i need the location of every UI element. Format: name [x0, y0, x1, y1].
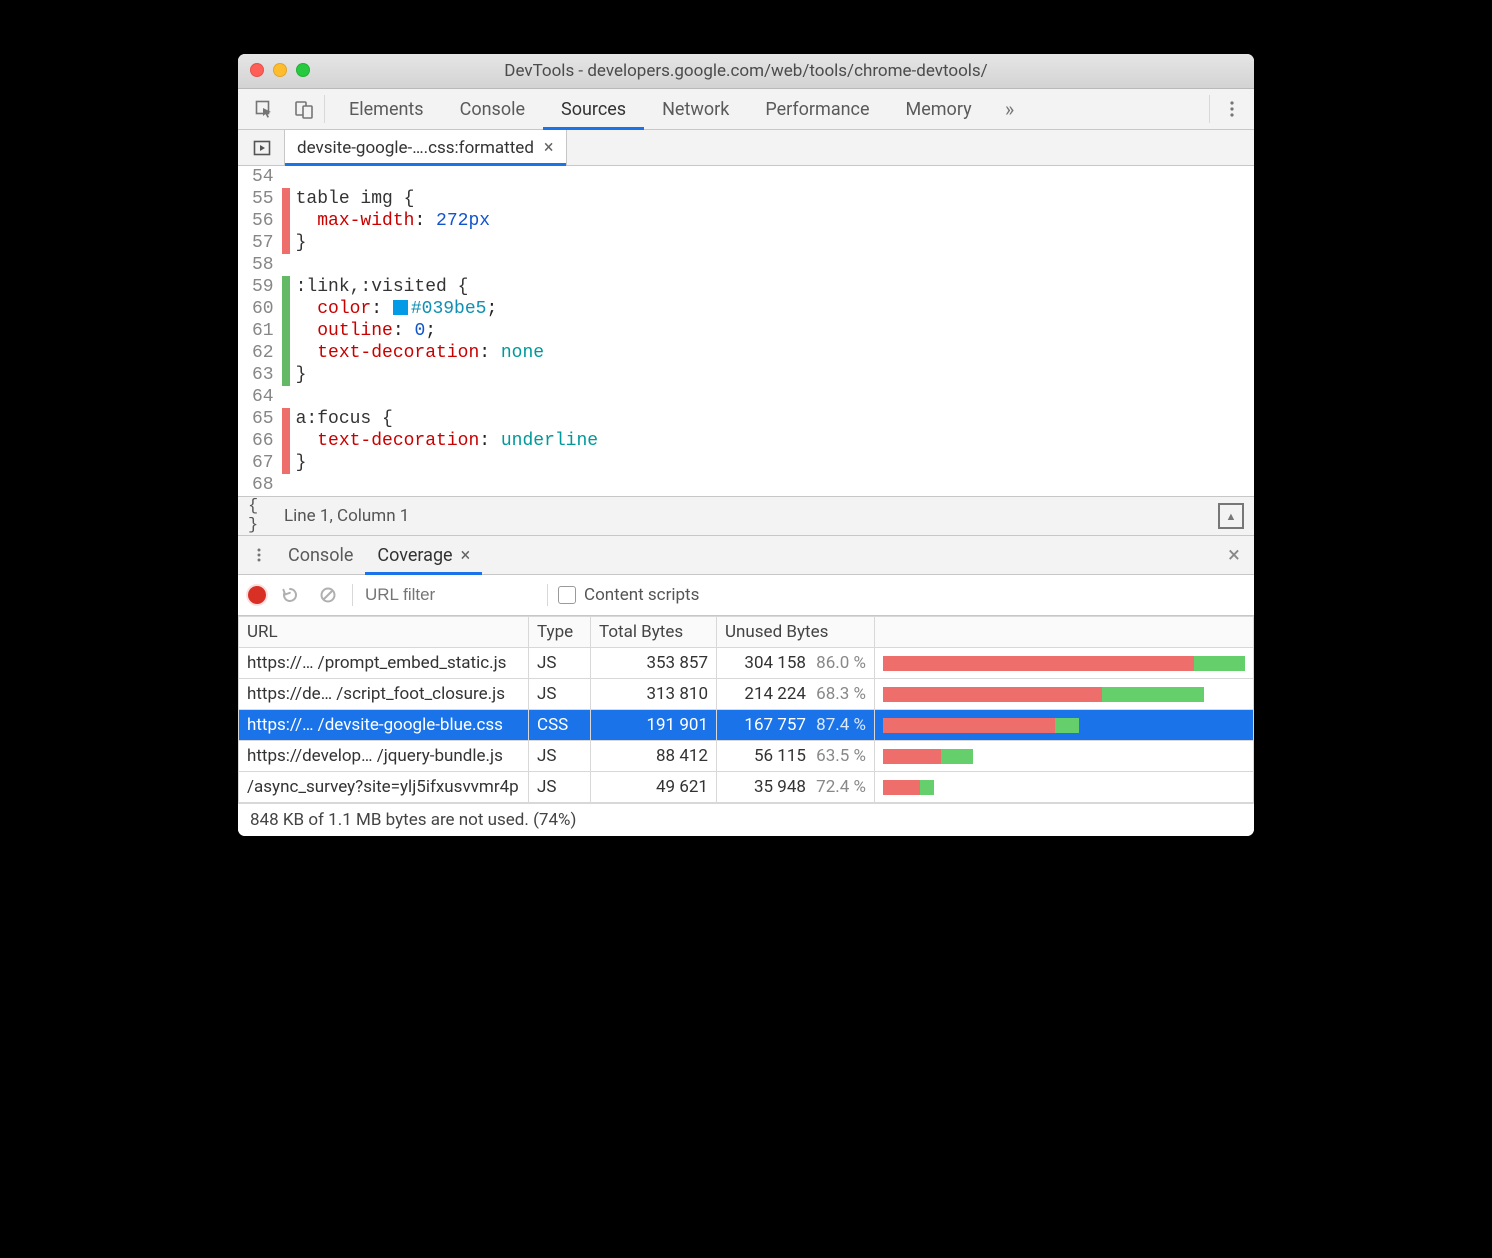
show-sidebar-icon[interactable] [1218, 503, 1244, 529]
cell-total: 313 810 [591, 679, 717, 710]
table-row[interactable]: https://de… /script_foot_closure.jsJS313… [239, 679, 1254, 710]
more-tabs-icon[interactable]: » [990, 89, 1030, 129]
url-filter-input[interactable] [363, 584, 537, 606]
code-content: table img { max-width: 272px}:link,:visi… [290, 166, 598, 496]
content-scripts-checkbox[interactable]: Content scripts [558, 585, 699, 605]
cell-total: 353 857 [591, 648, 717, 679]
line-gutter: 545556575859606162636465666768 [238, 166, 282, 496]
col-total[interactable]: Total Bytes [591, 617, 717, 648]
table-row[interactable]: /async_survey?site=ylj5ifxusvvmr4pJS49 6… [239, 772, 1254, 803]
window-title: DevTools - developers.google.com/web/too… [238, 61, 1254, 81]
devtools-window: DevTools - developers.google.com/web/too… [238, 54, 1254, 836]
cell-type: CSS [529, 710, 591, 741]
drawer-tab-coverage[interactable]: Coverage× [365, 536, 482, 574]
coverage-toolbar: Content scripts [238, 575, 1254, 616]
cell-unused: 167 757 87.4 % [717, 710, 875, 741]
cell-type: JS [529, 741, 591, 772]
traffic-lights [250, 63, 310, 77]
device-toolbar-icon[interactable] [284, 89, 324, 129]
zoom-window-button[interactable] [296, 63, 310, 77]
tab-performance[interactable]: Performance [747, 89, 887, 129]
col-url[interactable]: URL [239, 617, 529, 648]
table-row[interactable]: https://… /devsite-google-blue.cssCSS191… [239, 710, 1254, 741]
coverage-table: URL Type Total Bytes Unused Bytes https:… [238, 616, 1254, 803]
cell-total: 191 901 [591, 710, 717, 741]
cell-url: https://… /devsite-google-blue.css [239, 710, 529, 741]
cell-type: JS [529, 648, 591, 679]
cell-type: JS [529, 772, 591, 803]
tab-sources[interactable]: Sources [543, 89, 644, 129]
inspect-icon[interactable] [244, 89, 284, 129]
clear-icon[interactable] [314, 586, 342, 604]
cursor-position: Line 1, Column 1 [284, 506, 409, 526]
col-unused[interactable]: Unused Bytes [717, 617, 875, 648]
cell-unused: 304 158 86.0 % [717, 648, 875, 679]
code-editor[interactable]: 545556575859606162636465666768 table img… [238, 166, 1254, 496]
cell-bar [875, 710, 1254, 741]
cell-bar [875, 679, 1254, 710]
file-tab-label: devsite-google-….css:formatted [297, 138, 534, 158]
file-tabs-bar: devsite-google-….css:formatted × [238, 130, 1254, 166]
cell-bar [875, 648, 1254, 679]
coverage-footer: 848 KB of 1.1 MB bytes are not used. (74… [238, 803, 1254, 836]
close-window-button[interactable] [250, 63, 264, 77]
cell-unused: 214 224 68.3 % [717, 679, 875, 710]
file-tab[interactable]: devsite-google-….css:formatted × [284, 130, 567, 165]
checkbox-icon[interactable] [558, 586, 576, 604]
col-type[interactable]: Type [529, 617, 591, 648]
cell-bar [875, 741, 1254, 772]
drawer-tabs-bar: ConsoleCoverage× × [238, 536, 1254, 575]
cell-url: /async_survey?site=ylj5ifxusvvmr4p [239, 772, 529, 803]
main-toolbar: ElementsConsoleSourcesNetworkPerformance… [238, 89, 1254, 130]
cell-url: https://… /prompt_embed_static.js [239, 648, 529, 679]
tab-memory[interactable]: Memory [888, 89, 990, 129]
tab-network[interactable]: Network [644, 89, 747, 129]
cell-unused: 56 115 63.5 % [717, 741, 875, 772]
cell-unused: 35 948 72.4 % [717, 772, 875, 803]
close-icon[interactable]: × [544, 137, 554, 158]
content-scripts-label: Content scripts [584, 585, 699, 605]
record-button[interactable] [248, 586, 266, 604]
cell-total: 88 412 [591, 741, 717, 772]
cell-total: 49 621 [591, 772, 717, 803]
drawer-kebab-icon[interactable] [242, 536, 276, 574]
editor-status-bar: { } Line 1, Column 1 [238, 496, 1254, 536]
tab-console[interactable]: Console [442, 89, 543, 129]
window-titlebar: DevTools - developers.google.com/web/too… [238, 54, 1254, 89]
minimize-window-button[interactable] [273, 63, 287, 77]
table-header-row: URL Type Total Bytes Unused Bytes [239, 617, 1254, 648]
pretty-print-icon[interactable]: { } [248, 497, 278, 535]
cell-url: https://develop… /jquery-bundle.js [239, 741, 529, 772]
col-bar[interactable] [875, 617, 1254, 648]
drawer-tab-console[interactable]: Console [276, 536, 365, 574]
table-row[interactable]: https://develop… /jquery-bundle.jsJS88 4… [239, 741, 1254, 772]
tab-elements[interactable]: Elements [331, 89, 442, 129]
cell-url: https://de… /script_foot_closure.js [239, 679, 529, 710]
coverage-gutter [282, 166, 290, 496]
navigator-toggle-icon[interactable] [244, 130, 280, 165]
cell-type: JS [529, 679, 591, 710]
reload-icon[interactable] [276, 586, 304, 604]
close-drawer-icon[interactable]: × [1214, 536, 1254, 574]
table-row[interactable]: https://… /prompt_embed_static.jsJS353 8… [239, 648, 1254, 679]
close-icon[interactable]: × [461, 545, 471, 566]
kebab-menu-icon[interactable] [1210, 89, 1254, 129]
cell-bar [875, 772, 1254, 803]
